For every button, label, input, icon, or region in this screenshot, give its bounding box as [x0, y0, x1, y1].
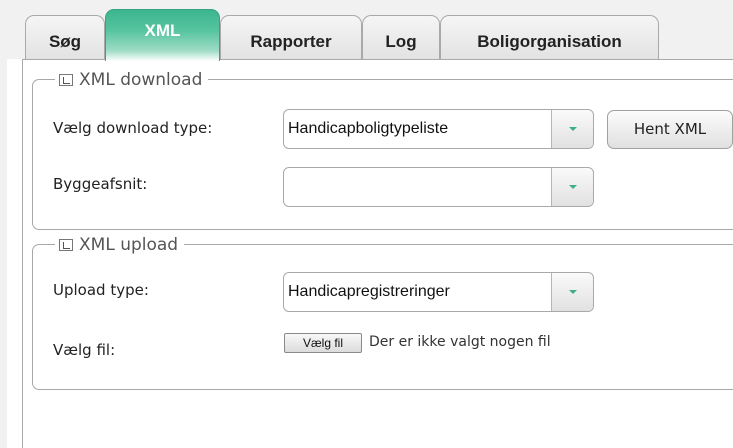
xml-download-fieldset: [32, 79, 733, 230]
file-status-text: Der er ikke valgt nogen fil: [369, 334, 551, 350]
upload-type-label: Upload type:: [53, 281, 149, 299]
download-type-dropdown-button[interactable]: [551, 110, 593, 148]
collapse-icon[interactable]: [59, 74, 73, 86]
fetch-xml-button[interactable]: Hent XML: [607, 110, 733, 149]
chevron-down-icon: [569, 127, 577, 131]
upload-type-select[interactable]: Handicapregistreringer: [283, 272, 594, 312]
download-type-value: Handicapboligtypeliste: [288, 120, 449, 137]
chevron-down-icon: [569, 185, 577, 189]
xml-upload-fieldset: [32, 244, 733, 390]
tab-reports[interactable]: Rapporter: [220, 15, 362, 60]
section-select[interactable]: [283, 167, 594, 207]
tab-log[interactable]: Log: [362, 15, 440, 60]
tab-housing-organisation[interactable]: Boligorganisation: [440, 15, 659, 60]
upload-type-value: Handicapregistreringer: [288, 283, 450, 300]
choose-file-button[interactable]: Vælg fil: [284, 333, 362, 353]
collapse-icon[interactable]: [59, 239, 73, 251]
section-label: Byggeafsnit:: [53, 175, 148, 193]
xml-download-legend: XML download: [55, 70, 209, 90]
download-type-select[interactable]: Handicapboligtypeliste: [283, 109, 594, 149]
section-dropdown-button[interactable]: [551, 168, 593, 206]
xml-download-title: XML download: [79, 70, 203, 90]
file-label: Vælg fil:: [53, 341, 116, 359]
tab-xml[interactable]: XML: [105, 9, 220, 61]
upload-type-dropdown-button[interactable]: [551, 273, 593, 311]
download-type-label: Vælg download type:: [53, 119, 213, 137]
xml-upload-title: XML upload: [79, 235, 179, 255]
tab-search[interactable]: Søg: [25, 15, 105, 60]
chevron-down-icon: [569, 290, 577, 294]
xml-upload-legend: XML upload: [55, 235, 185, 255]
